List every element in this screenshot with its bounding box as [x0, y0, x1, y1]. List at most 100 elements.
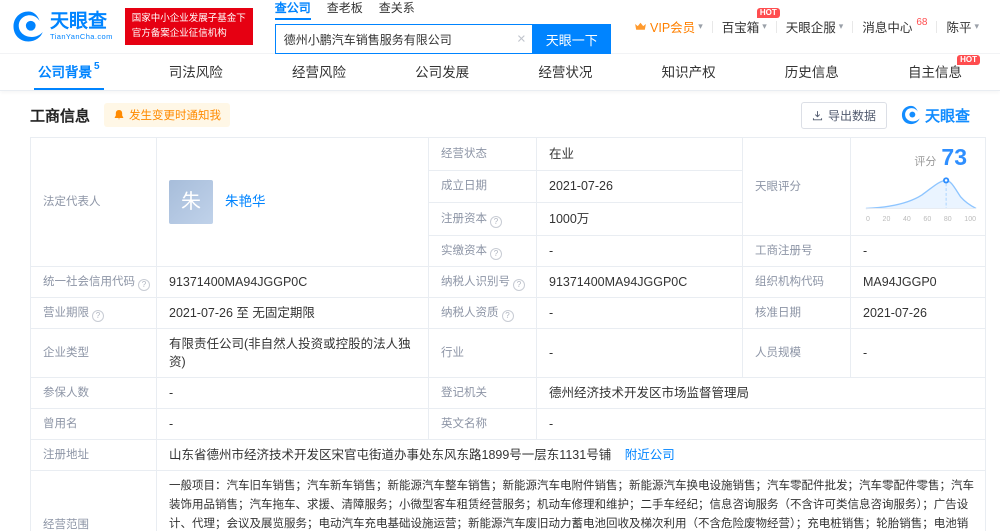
address-text: 山东省德州市经济技术开发区宋官屯街道办事处东风东路1899号一层东1131号铺: [169, 448, 612, 462]
tab-label: 自主信息: [907, 65, 962, 80]
field-taxpayer-quality-label: 纳税人资质: [428, 297, 537, 329]
table-row: 参保人数 - 登记机关 德州经济技术开发区市场监督管理局: [30, 377, 986, 409]
field-approval-date-value: 2021-07-26: [850, 297, 986, 329]
help-icon[interactable]: [138, 279, 150, 291]
field-registry-value: 德州经济技术开发区市场监督管理局: [536, 377, 986, 409]
tab-self-published-info[interactable]: 自主信息 HOT: [904, 54, 980, 90]
nearby-companies-link[interactable]: 附近公司: [625, 448, 675, 462]
search-row: × 天眼一下: [274, 24, 611, 54]
tab-company-background[interactable]: 公司背景 5: [34, 54, 104, 90]
tab-company-development[interactable]: 公司发展: [411, 54, 473, 90]
field-address-label: 注册地址: [30, 439, 157, 471]
field-industry-value: -: [536, 328, 743, 378]
label-text: 纳税人识别号: [441, 276, 510, 288]
search-tab-company[interactable]: 查公司: [274, 0, 311, 20]
search-button[interactable]: 天眼一下: [532, 24, 611, 54]
chevron-down-icon: ▾: [838, 21, 844, 31]
field-taxpayer-quality-value: -: [536, 297, 743, 329]
logo-text: 天眼查 TianYanCha.com: [50, 10, 113, 41]
field-taxpayer-id-label: 纳税人识别号: [428, 266, 537, 298]
score-header: 评分 73: [863, 144, 979, 171]
section-head-right: 导出数据 天眼查: [800, 101, 970, 129]
help-icon[interactable]: [501, 310, 514, 322]
field-registry-label: 登记机关: [428, 377, 537, 409]
brand-domain: TianYanCha.com: [50, 31, 113, 41]
field-established-label: 成立日期: [428, 169, 537, 204]
search-tabs: 查公司 查老板 查关系: [274, 0, 611, 20]
score-caption: 评分: [914, 156, 937, 168]
tianyancha-watermark: 天眼查: [901, 105, 970, 126]
tab-label: 经营状况: [538, 65, 593, 80]
help-icon[interactable]: [513, 279, 525, 291]
field-address-value: 山东省德州市经济技术开发区宋官屯街道办事处东风东路1899号一层东1131号铺 …: [156, 439, 986, 471]
tick-label: 80: [943, 216, 952, 223]
export-label: 导出数据: [827, 108, 876, 123]
tab-history-info[interactable]: 历史信息: [781, 54, 843, 90]
field-reg-number-label: 工商注册号: [742, 235, 851, 267]
tab-intellectual-property[interactable]: 知识产权: [658, 54, 720, 90]
tab-label: 公司背景: [38, 65, 92, 80]
field-established-value: 2021-07-26: [536, 169, 743, 204]
section-title: 工商信息: [30, 107, 91, 125]
hot-badge: HOT: [957, 55, 980, 66]
tick-label: 60: [923, 216, 932, 223]
field-term-label: 营业期限: [30, 297, 157, 329]
table-row: 统一社会信用代码 91371400MA94JGGP0C 纳税人识别号 91371…: [30, 266, 986, 298]
table-row: 经营范围 一般项目：汽车旧车销售；汽车新车销售；新能源汽车整车销售；新能源汽车电…: [30, 470, 986, 531]
chevron-down-icon: ▾: [698, 21, 703, 31]
field-staff-size-value: -: [850, 328, 986, 378]
field-reg-capital-value: 1000万: [536, 202, 743, 236]
legal-rep-avatar[interactable]: 朱: [169, 180, 213, 224]
tab-label: 司法风险: [168, 65, 223, 80]
clear-icon[interactable]: ×: [517, 32, 526, 47]
vip-member-link[interactable]: VIP会员 ▾: [625, 17, 712, 36]
user-account[interactable]: 陈平 ▾: [937, 17, 988, 36]
legal-rep-name-link[interactable]: 朱艳华: [225, 193, 266, 211]
brand-name: 天眼查: [50, 10, 108, 32]
user-menu: VIP会员 ▾ 百宝箱 ▾ HOT 天眼企服 ▾ 消息中心 68 陈平 ▾: [625, 8, 988, 36]
tick-label: 20: [882, 216, 891, 223]
tab-operating-status[interactable]: 经营状况: [534, 54, 596, 90]
search-tab-relation[interactable]: 查关系: [379, 0, 415, 20]
notify-on-change-button[interactable]: 发生变更时通知我: [104, 103, 231, 127]
chevron-down-icon: ▾: [974, 21, 979, 31]
tick-label: 100: [964, 216, 976, 223]
help-icon[interactable]: [490, 248, 502, 260]
tab-count-badge: 5: [94, 60, 100, 72]
tianyancha-logo[interactable]: 天眼查 TianYanCha.com: [12, 10, 113, 43]
search-box: ×: [274, 24, 533, 54]
company-nav-tabs: 公司背景 5 司法风险 经营风险 公司发展 经营状况 知识产权 历史信息 自主信…: [0, 54, 1000, 91]
vip-member-label: VIP会员: [650, 21, 696, 35]
table-row: 法定代表人 朱 朱艳华 经营状态 在业 天眼评分 评分 73 0 20 40 6…: [30, 137, 986, 267]
tick-label: 40: [902, 216, 911, 223]
field-english-name-value: -: [536, 408, 986, 440]
label-text: 纳税人资质: [441, 307, 499, 319]
eye-logo-icon: [901, 105, 920, 125]
field-credit-code-value: 91371400MA94JGGP0C: [156, 266, 429, 298]
chevron-down-icon: ▾: [762, 21, 767, 31]
field-english-name-label: 英文名称: [428, 408, 537, 440]
export-data-button[interactable]: 导出数据: [800, 101, 887, 129]
tab-label: 公司发展: [415, 65, 470, 80]
field-credit-code-label: 统一社会信用代码: [30, 266, 157, 298]
message-center-link[interactable]: 消息中心 68: [853, 17, 936, 36]
label-text: 统一社会信用代码: [43, 276, 135, 288]
tab-operation-risk[interactable]: 经营风险: [288, 54, 350, 90]
toolbox-link[interactable]: 百宝箱 ▾ HOT: [713, 8, 780, 36]
field-status-label: 经营状态: [428, 137, 537, 171]
help-icon[interactable]: [92, 310, 104, 322]
message-center-label: 消息中心: [862, 21, 913, 35]
help-icon[interactable]: [490, 216, 502, 229]
badge-line-1: 国家中小企业发展子基金下: [131, 12, 246, 24]
download-icon: [812, 110, 823, 120]
tab-judicial-risk[interactable]: 司法风险: [165, 54, 227, 90]
field-legal-rep-label: 法定代表人: [30, 137, 157, 267]
search-tab-boss[interactable]: 查老板: [327, 0, 363, 20]
username: 陈平: [946, 21, 972, 35]
field-industry-label: 行业: [428, 328, 537, 378]
top-header: 天眼查 TianYanCha.com 国家中小企业发展子基金下 官方备案企业征信…: [0, 0, 1000, 54]
field-taxpayer-id-value: 91371400MA94JGGP0C: [536, 266, 743, 298]
enterprise-services-link[interactable]: 天眼企服 ▾: [777, 17, 853, 36]
field-former-name-value: -: [156, 408, 429, 440]
search-input[interactable]: [275, 25, 508, 53]
